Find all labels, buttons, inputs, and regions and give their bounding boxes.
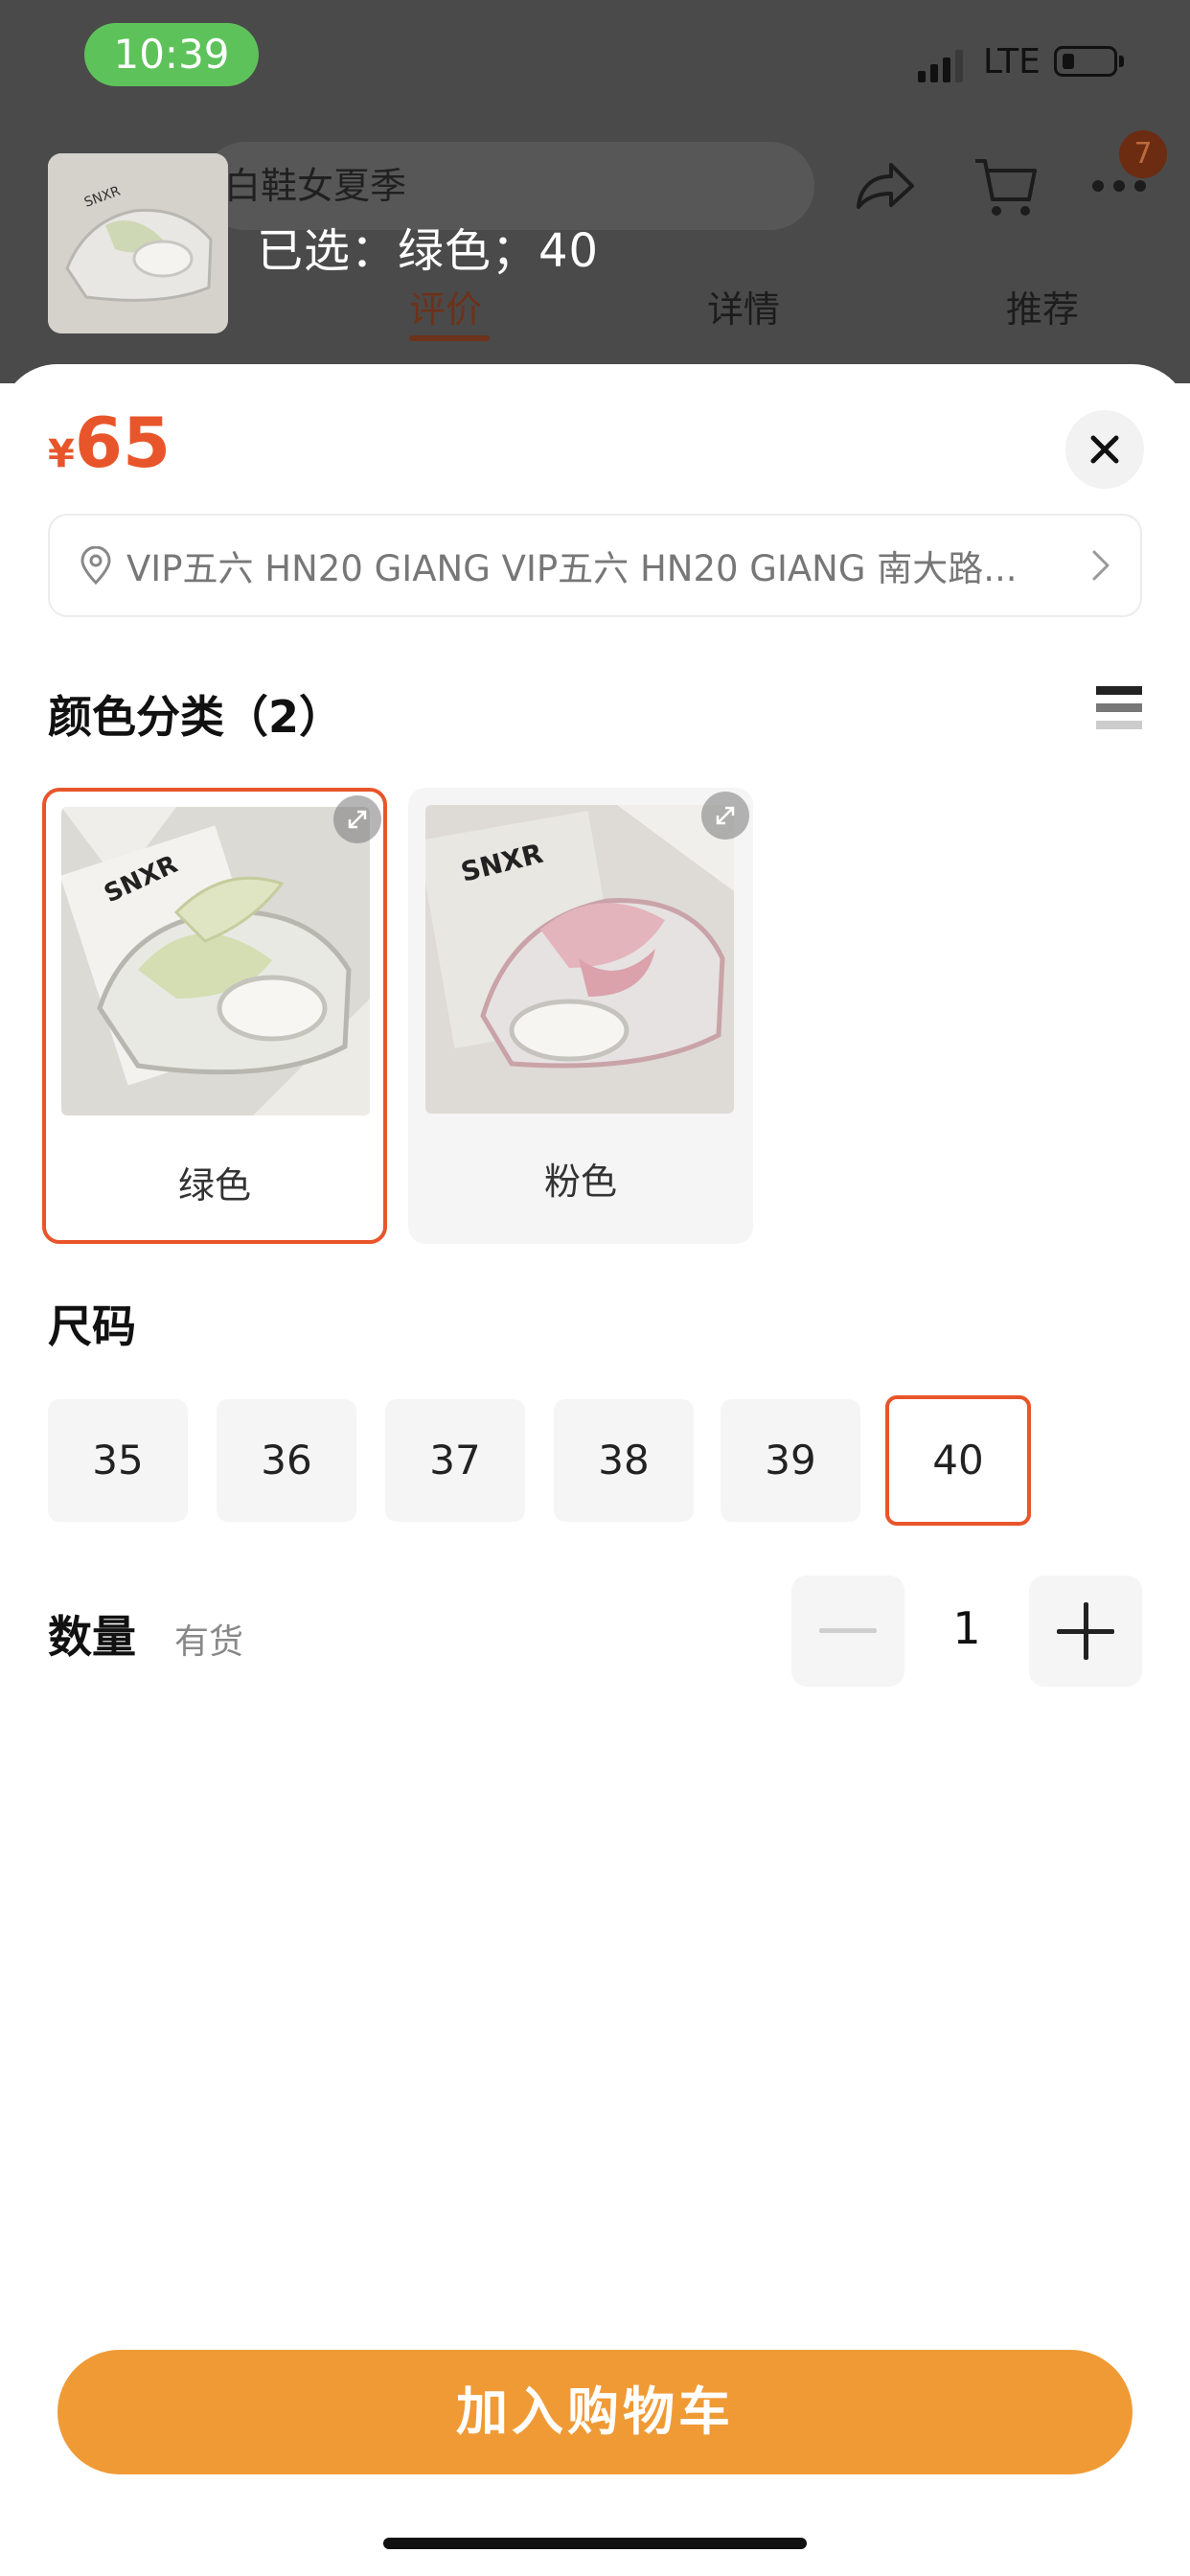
selected-summary: 已选：绿色；40 (257, 224, 600, 278)
cellular-signal-icon (918, 50, 963, 82)
home-indicator[interactable] (383, 2538, 807, 2549)
delivery-address-row[interactable]: VIP五六 HN20 GIANG VIP五六 HN20 GIANG 南大路... (48, 514, 1142, 617)
list-view-icon[interactable] (1096, 684, 1142, 734)
cart-icon (975, 159, 1037, 216)
expand-icon[interactable] (333, 795, 381, 843)
currency-symbol: ¥ (48, 432, 75, 476)
close-icon (1090, 435, 1119, 464)
size-option-37[interactable]: 37 (385, 1399, 525, 1522)
plus-icon (1057, 1602, 1114, 1660)
tab-recommend: 推荐 (1006, 288, 1080, 331)
price: ¥65 (48, 402, 171, 483)
size-option-40[interactable]: 40 (885, 1395, 1031, 1526)
minus-icon (819, 1628, 877, 1633)
battery-icon (1054, 46, 1117, 77)
stock-status: 有货 (174, 1622, 244, 1662)
color-section-title: 颜色分类（2） (48, 691, 344, 743)
expand-icon[interactable] (701, 792, 749, 840)
price-amount: 65 (74, 402, 172, 483)
add-to-cart-button[interactable]: 加入购物车 (57, 2350, 1133, 2474)
cart-count-badge: 7 (1119, 130, 1167, 178)
size-option-36[interactable]: 36 (217, 1399, 356, 1522)
tab-details: 详情 (707, 288, 781, 331)
status-time: 10:39 (84, 23, 259, 86)
location-pin-icon (80, 546, 111, 585)
color-option-label: 粉色 (543, 1161, 617, 1203)
color-option-pink[interactable]: SNXR 粉色 (408, 788, 753, 1244)
size-option-38[interactable]: 38 (554, 1399, 694, 1522)
color-option-label: 绿色 (177, 1164, 251, 1207)
color-option-image: SNXR (61, 807, 370, 1116)
share-icon (857, 163, 914, 209)
close-button[interactable] (1065, 410, 1144, 489)
quantity-decrease-button[interactable] (791, 1576, 904, 1687)
active-tab-underline (409, 335, 490, 341)
quantity-label: 数量 (48, 1611, 136, 1663)
status-bar: 10:39 LTE (0, 0, 1190, 134)
delivery-address: VIP五六 HN20 GIANG VIP五六 HN20 GIANG 南大路... (126, 548, 1018, 589)
tab-reviews: 评价 (409, 288, 483, 331)
size-option-35[interactable]: 35 (48, 1399, 188, 1522)
battery-tip (1119, 56, 1124, 67)
size-option-39[interactable]: 39 (721, 1399, 860, 1522)
quantity-increase-button[interactable] (1029, 1576, 1142, 1687)
quantity-value[interactable]: 1 (924, 1602, 1010, 1654)
color-option-green[interactable]: SNXR 绿色 (42, 788, 387, 1244)
selected-product-thumbnail[interactable]: SNXR (48, 153, 228, 334)
network-type: LTE (983, 42, 1041, 81)
sneaker-image: SNXR (48, 153, 228, 334)
green-sneaker-image: SNXR (61, 807, 370, 1116)
more-icon (1092, 180, 1146, 192)
pink-sneaker-image: SNXR (425, 805, 734, 1114)
color-option-image: SNXR (425, 805, 734, 1114)
chevron-right-icon (1092, 550, 1110, 581)
size-section-title: 尺码 (48, 1300, 136, 1352)
